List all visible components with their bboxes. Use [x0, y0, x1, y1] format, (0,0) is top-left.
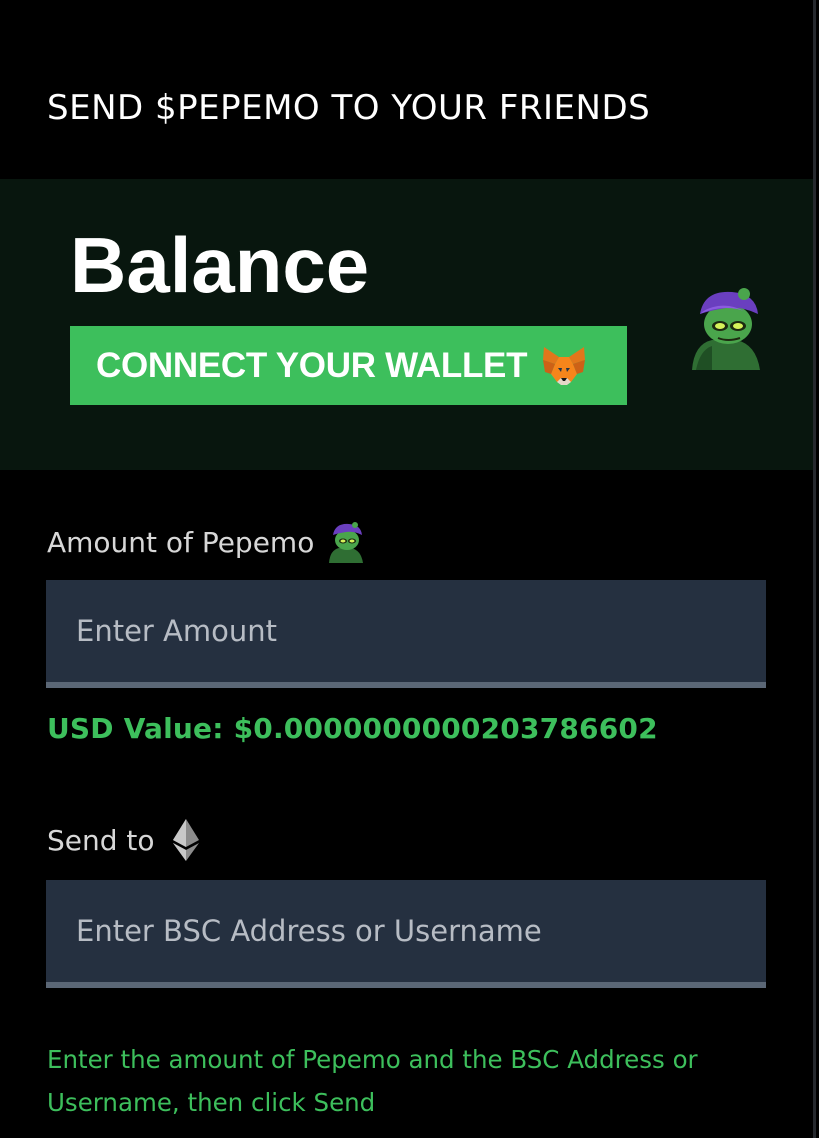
- amount-label: Amount of Pepemo: [47, 520, 366, 564]
- page-edge: [819, 0, 836, 1138]
- page-title: SEND $PEPEMO TO YOUR FRIENDS: [47, 88, 651, 128]
- send-to-label: Send to: [47, 818, 201, 862]
- amount-input[interactable]: [46, 580, 766, 688]
- ethereum-icon: [172, 819, 199, 861]
- amount-label-text: Amount of Pepemo: [47, 525, 315, 559]
- metamask-fox-icon: [543, 346, 586, 385]
- pepemo-avatar-icon: [692, 288, 760, 370]
- instruction-text: Enter the amount of Pepemo and the BSC A…: [47, 1045, 698, 1117]
- connect-wallet-label: CONNECT YOUR WALLET: [96, 345, 528, 385]
- pepemo-avatar-icon: [329, 522, 364, 563]
- send-to-label-text: Send to: [47, 823, 155, 857]
- usd-value: USD Value: $0.0000000000203786602: [47, 712, 658, 745]
- address-input[interactable]: [46, 880, 766, 988]
- send-panel: SEND $PEPEMO TO YOUR FRIENDS Balance CON…: [0, 0, 816, 1138]
- balance-heading: Balance: [70, 221, 370, 309]
- connect-wallet-button[interactable]: CONNECT YOUR WALLET: [70, 326, 627, 405]
